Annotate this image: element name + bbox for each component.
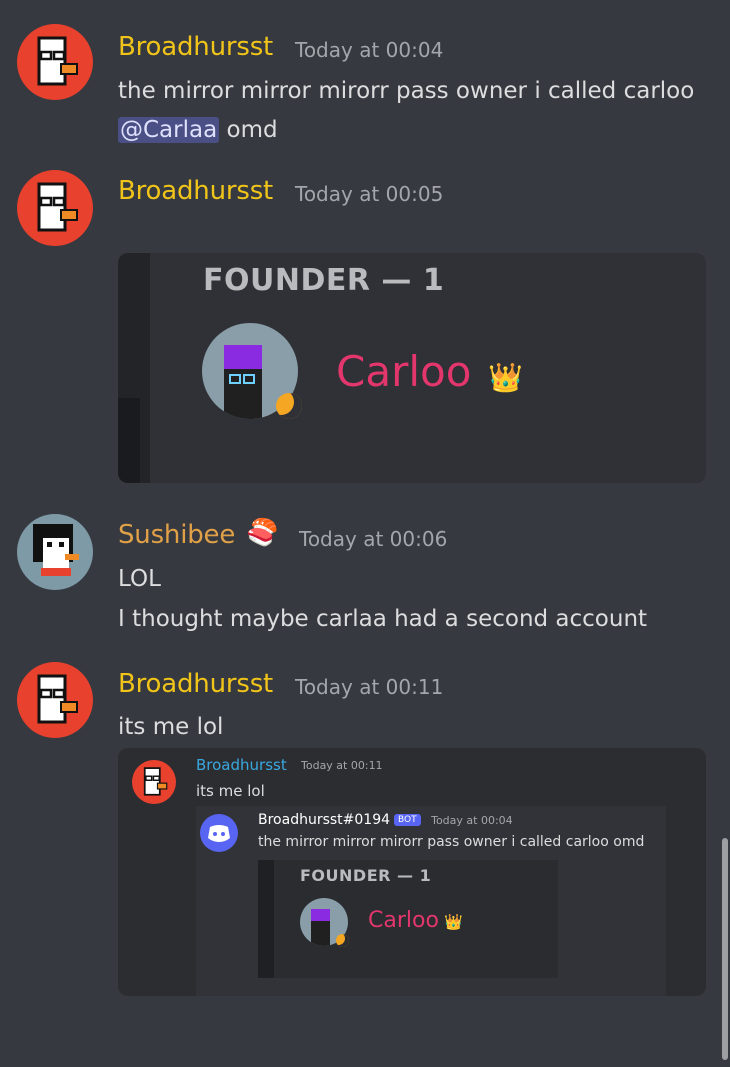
screenshot-embed[interactable]: Broadhursst Today at 00:11 its me lol Br…: [118, 748, 706, 996]
message-text: LOL: [118, 566, 161, 592]
username[interactable]: Sushibee: [118, 520, 235, 550]
reply-timestamp: Today at 00:11: [301, 759, 383, 772]
moon-icon: [276, 393, 302, 419]
message-text: its me lol: [118, 714, 224, 740]
username[interactable]: Broadhursst: [118, 176, 273, 206]
duck-avatar-icon: [37, 182, 78, 232]
timestamp: Today at 00:05: [295, 182, 444, 206]
penguin-avatar-icon: [33, 524, 79, 576]
timestamp: Today at 00:06: [299, 527, 448, 551]
message-text: @Carlaa omd: [118, 117, 278, 143]
bot-badge: BOT: [394, 814, 421, 826]
inner-timestamp: Today at 00:04: [431, 814, 513, 827]
duck-avatar-icon: [37, 674, 78, 724]
message-text: I thought maybe carlaa had a second acco…: [118, 606, 648, 632]
inner-member-name[interactable]: Carloo: [368, 908, 439, 933]
username[interactable]: Broadhursst: [118, 32, 273, 62]
inner-username[interactable]: Broadhursst#0194: [258, 812, 390, 828]
inner-quoted-message: Broadhursst#0194 BOT Today at 00:04 the m…: [196, 806, 666, 996]
inner-role-header: FOUNDER — 1: [300, 866, 432, 885]
scroll-strip: [118, 398, 140, 483]
scrollbar[interactable]: [722, 838, 728, 1060]
role-header: FOUNDER — 1: [203, 263, 445, 298]
inner-crown-icon: 👑: [444, 913, 463, 931]
reply-text: its me lol: [196, 782, 265, 800]
timestamp: Today at 00:04: [295, 38, 444, 62]
inner-header: Broadhursst#0194 BOT Today at 00:04: [258, 812, 513, 828]
duck-avatar-icon: [143, 767, 168, 796]
sushi-emoji-icon: 🍣: [246, 518, 279, 548]
user-mention[interactable]: @Carlaa: [118, 117, 220, 143]
avatar[interactable]: [132, 760, 176, 804]
message-text-rest: omd: [219, 117, 278, 143]
member-name[interactable]: Carloo: [336, 347, 471, 396]
image-embed[interactable]: FOUNDER — 1 Carloo 👑: [118, 253, 706, 483]
inner-image-embed[interactable]: FOUNDER — 1 Carloo 👑: [258, 860, 558, 978]
duck-avatar-icon: [37, 36, 78, 86]
inner-moon-icon: [336, 934, 349, 947]
avatar[interactable]: [17, 662, 93, 738]
avatar[interactable]: [17, 170, 93, 246]
username[interactable]: Broadhursst: [118, 669, 273, 699]
crown-icon: 👑: [488, 361, 523, 394]
timestamp: Today at 00:11: [295, 675, 444, 699]
reply-username[interactable]: Broadhursst: [196, 756, 287, 774]
inner-embed-sidebar: [258, 860, 274, 978]
avatar[interactable]: [17, 514, 93, 590]
message-text: the mirror mirror mirorr pass owner i ca…: [118, 78, 695, 104]
avatar[interactable]: [17, 24, 93, 100]
inner-text: the mirror mirror mirorr pass owner i ca…: [258, 834, 645, 850]
discord-logo-icon: [200, 814, 238, 852]
